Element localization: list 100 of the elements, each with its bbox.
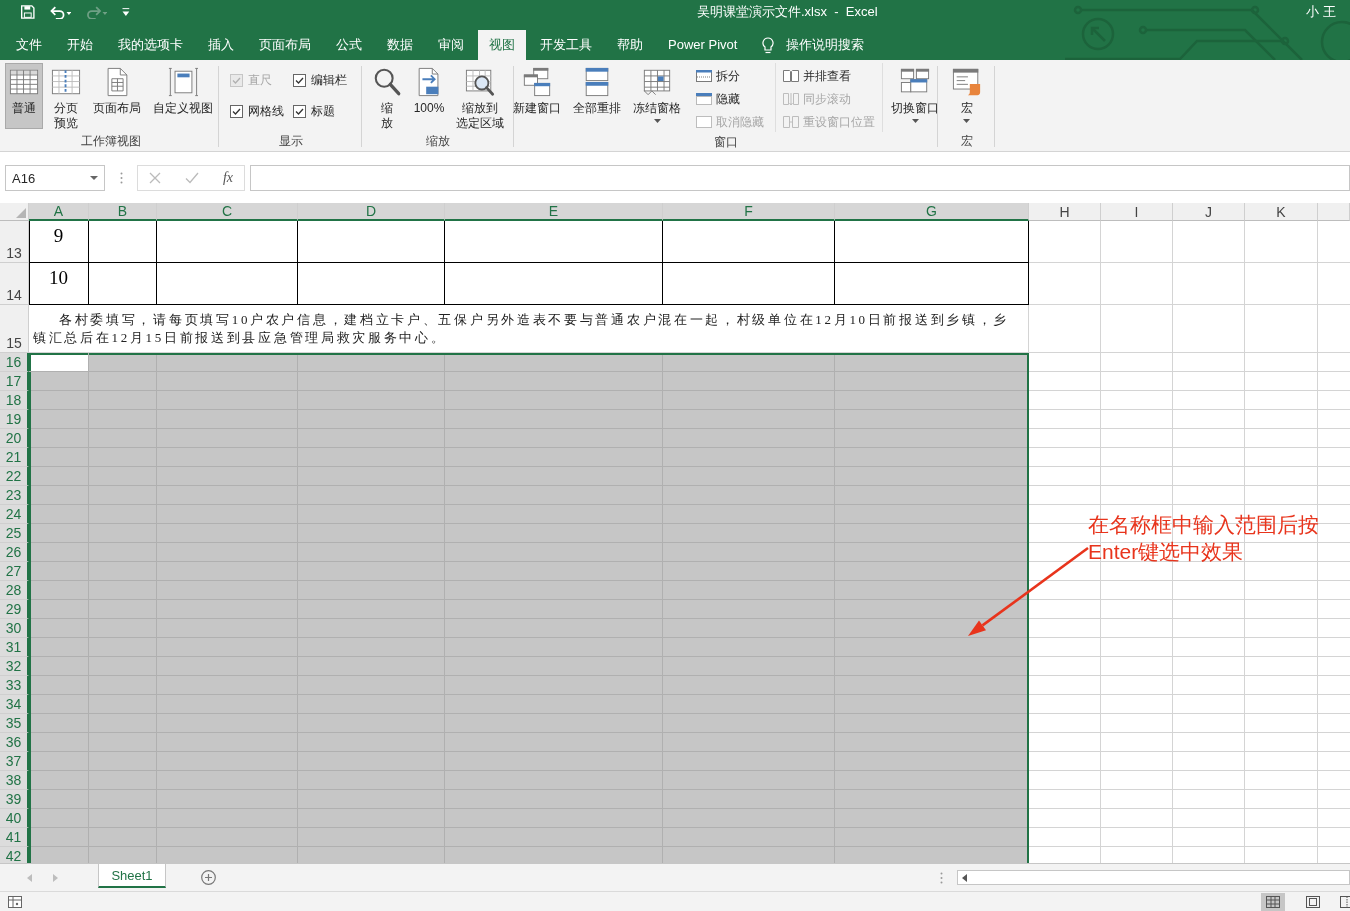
page-break-icon <box>1340 895 1350 908</box>
row-header[interactable]: 19 <box>0 410 29 429</box>
row-header[interactable]: 23 <box>0 486 29 505</box>
row-header[interactable]: 27 <box>0 562 29 581</box>
row-header[interactable]: 34 <box>0 695 29 714</box>
row-header[interactable]: 30 <box>0 619 29 638</box>
insert-function-button[interactable]: fx <box>222 170 234 186</box>
column-header[interactable]: B <box>89 203 157 221</box>
row-header[interactable]: 14 <box>0 263 29 305</box>
ribbon-tab[interactable]: 审阅 <box>427 30 475 60</box>
row-header[interactable]: 21 <box>0 448 29 467</box>
row-header[interactable]: 29 <box>0 600 29 619</box>
ribbon-button[interactable]: 普通 <box>5 63 43 129</box>
column-header[interactable]: J <box>1173 203 1245 221</box>
column-header[interactable]: C <box>157 203 298 221</box>
ribbon-button[interactable]: 页面布局 <box>89 63 145 129</box>
row-header[interactable]: 13 <box>0 221 29 263</box>
column-header[interactable]: G <box>835 203 1029 221</box>
formula-input[interactable] <box>250 165 1350 191</box>
ribbon-tab[interactable]: 公式 <box>325 30 373 60</box>
column-header[interactable]: A <box>29 203 89 221</box>
ribbon-button[interactable]: 隐藏 <box>694 89 766 109</box>
column-header[interactable]: K <box>1245 203 1318 221</box>
ribbon-button[interactable]: 新建窗口 <box>509 63 565 129</box>
ribbon-button[interactable]: 缩放到 选定区域 <box>452 63 509 129</box>
row-header[interactable]: 35 <box>0 714 29 733</box>
ribbon-tab[interactable]: 帮助 <box>606 30 654 60</box>
group-label: 窗口 <box>714 134 738 151</box>
active-cell[interactable] <box>29 353 89 372</box>
ribbon-tab[interactable]: 插入 <box>197 30 245 60</box>
grip-icon <box>940 871 943 884</box>
grid-icon <box>9 67 39 97</box>
ribbon-tab[interactable]: Power Pivot <box>657 30 749 60</box>
row-header[interactable]: 28 <box>0 581 29 600</box>
row-header[interactable]: 40 <box>0 809 29 828</box>
ribbon-button[interactable]: 宏 <box>947 63 986 129</box>
checkbox-option[interactable]: 网格线 <box>230 101 293 121</box>
column-header[interactable]: F <box>663 203 835 221</box>
name-box[interactable]: A16 <box>5 165 105 191</box>
row-header[interactable]: 18 <box>0 391 29 410</box>
add-icon[interactable] <box>201 870 216 885</box>
row-header[interactable]: 41 <box>0 828 29 847</box>
sheet-tab[interactable]: Sheet1 <box>98 864 166 888</box>
row-header[interactable]: 20 <box>0 429 29 448</box>
row-header[interactable]: 25 <box>0 524 29 543</box>
column-header[interactable]: D <box>298 203 445 221</box>
ribbon-button[interactable]: 拆分 <box>694 66 766 86</box>
annotation-text: 在名称框中输入范围后按 <box>1088 512 1319 538</box>
caret-left-icon[interactable] <box>962 873 967 882</box>
ribbon-button[interactable]: 全部重排 <box>569 63 625 129</box>
row-header[interactable]: 42 <box>0 847 29 863</box>
triangle-icon <box>16 208 26 218</box>
ribbon-tab[interactable]: 我的选项卡 <box>107 30 194 60</box>
ribbon-button[interactable]: 缩 放 <box>367 63 406 129</box>
row-header[interactable]: 33 <box>0 676 29 695</box>
ribbon-tab[interactable]: 页面布局 <box>248 30 322 60</box>
column-header[interactable]: E <box>445 203 663 221</box>
ribbon-tab[interactable]: 开始 <box>56 30 104 60</box>
checkbox-option[interactable]: 编辑栏 <box>293 70 347 90</box>
horizontal-scrollbar[interactable] <box>957 870 1350 885</box>
row-header[interactable]: 37 <box>0 752 29 771</box>
row-header[interactable]: 38 <box>0 771 29 790</box>
ribbon-tab[interactable]: 开发工具 <box>529 30 603 60</box>
table-cell: 9 <box>29 221 89 263</box>
user-name[interactable]: 小王 <box>1306 3 1340 21</box>
row-header[interactable]: 26 <box>0 543 29 562</box>
ribbon-tab[interactable]: 数据 <box>376 30 424 60</box>
save-icon[interactable] <box>21 5 35 19</box>
view-button[interactable] <box>1261 892 1285 911</box>
window-split-icon <box>696 69 712 83</box>
row-header[interactable]: 17 <box>0 372 29 391</box>
sync-scroll-icon <box>783 92 799 106</box>
ribbon-button[interactable]: 分页 预览 <box>47 63 85 129</box>
customize-icon[interactable] <box>122 7 130 17</box>
row-header[interactable]: 24 <box>0 505 29 524</box>
row-header[interactable]: 31 <box>0 638 29 657</box>
ribbon-button[interactable]: 切换窗口 <box>887 63 943 129</box>
ribbon-button[interactable]: 并排查看 <box>781 66 877 86</box>
tell-me-search[interactable]: 操作说明搜索 <box>762 30 865 60</box>
ribbon-button[interactable]: 冻结窗格 <box>629 63 685 129</box>
group-label: 宏 <box>960 133 973 150</box>
page-break-grid-icon <box>51 67 81 97</box>
window-icon <box>168 67 198 97</box>
row-header[interactable]: 15 <box>0 305 29 353</box>
checkbox-option[interactable]: 标题 <box>293 101 347 121</box>
column-header[interactable]: I <box>1101 203 1173 221</box>
row-header[interactable]: 22 <box>0 467 29 486</box>
ribbon-tab[interactable]: 视图 <box>478 30 526 60</box>
row-header[interactable]: 32 <box>0 657 29 676</box>
row-header[interactable]: 36 <box>0 733 29 752</box>
row-header[interactable]: 16 <box>0 353 29 372</box>
window-icon <box>696 115 712 129</box>
ribbon-button[interactable]: 自定义视图 <box>149 63 217 129</box>
column-header[interactable]: H <box>1029 203 1101 221</box>
group-label: 显示 <box>278 133 303 150</box>
ribbon-button[interactable]: 100% <box>409 63 449 129</box>
row-header[interactable]: 39 <box>0 790 29 809</box>
table-cell <box>89 221 157 263</box>
ribbon-tab[interactable]: 文件 <box>5 30 53 60</box>
undo-icon[interactable] <box>49 5 71 19</box>
